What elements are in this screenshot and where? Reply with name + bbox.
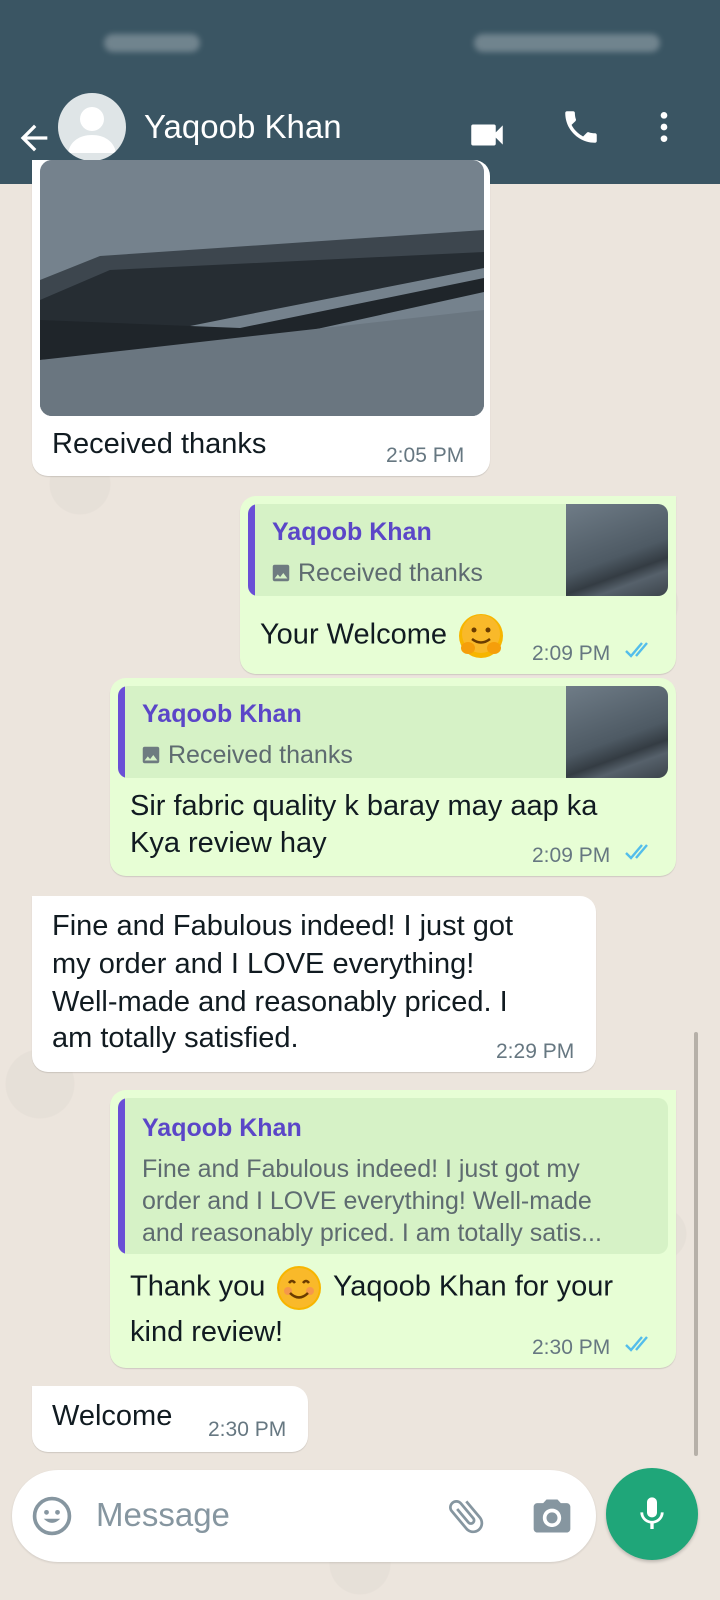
quote-text-line: order and I LOVE everything! Well-made — [142, 1187, 592, 1215]
outgoing-reply-message[interactable]: Yaqoob Khan Received thanks Your Welcome… — [240, 496, 676, 674]
message-text: Your Welcome — [260, 614, 504, 658]
incoming-photo-message[interactable]: Received thanks 2:05 PM — [32, 160, 490, 476]
quote-accent-bar — [248, 504, 255, 596]
contact-name[interactable]: Yaqoob Khan — [144, 108, 342, 146]
message-text-line: kind review! — [130, 1316, 284, 1348]
more-vert-icon[interactable] — [644, 106, 684, 148]
chat-scrollbar[interactable] — [694, 1032, 698, 1456]
message-text: Welcome — [52, 1400, 173, 1432]
quoted-message[interactable]: Yaqoob Khan Fine and Fabulous indeed! I … — [118, 1098, 668, 1254]
message-text-line: Fine and Fabulous indeed! I just got — [52, 910, 514, 942]
double-check-icon — [625, 1336, 648, 1352]
video-call-icon[interactable] — [466, 114, 508, 156]
double-check-icon — [625, 844, 648, 860]
status-icons-blurred — [474, 34, 660, 52]
phone-icon[interactable] — [560, 106, 602, 148]
quote-accent-bar — [118, 1098, 125, 1254]
quoted-message[interactable]: Yaqoob Khan Received thanks — [118, 686, 668, 778]
fabric-photo-art — [40, 160, 484, 416]
status-bar — [0, 0, 720, 90]
attach-icon[interactable] — [444, 1494, 488, 1538]
message-time: 2:09 PM — [532, 844, 611, 867]
message-time: 2:09 PM — [532, 642, 611, 665]
quoted-message[interactable]: Yaqoob Khan Received thanks — [248, 504, 668, 596]
message-text-line: Thank you Yaqoob Khan for your — [130, 1266, 613, 1310]
voice-record-button[interactable] — [606, 1468, 698, 1560]
message-text-line: Sir fabric quality k baray may aap ka — [130, 790, 598, 822]
image-icon — [142, 746, 160, 764]
contact-avatar[interactable] — [58, 93, 126, 161]
quote-thumbnail — [566, 504, 668, 596]
message-time: 2:05 PM — [386, 444, 465, 467]
smiling-emoji-icon — [277, 1266, 322, 1310]
quote-text: Received thanks — [168, 741, 353, 769]
fabric-photo[interactable] — [40, 160, 484, 416]
mic-icon — [640, 1497, 664, 1529]
back-arrow-icon[interactable] — [14, 118, 54, 158]
camera-icon[interactable] — [530, 1494, 574, 1538]
quote-text-line: and reasonably priced. I am totally sati… — [142, 1219, 602, 1247]
outgoing-reply-message[interactable]: Yaqoob Khan Received thanks Sir fabric q… — [110, 678, 676, 876]
message-input[interactable]: Message — [96, 1496, 230, 1534]
quote-thumbnail — [566, 686, 668, 778]
message-text: Received thanks — [52, 428, 267, 460]
message-time: 2:30 PM — [208, 1418, 287, 1441]
avatar-icon — [68, 107, 116, 153]
quote-text: Received thanks — [298, 559, 483, 587]
incoming-text-message[interactable]: Welcome 2:30 PM — [32, 1386, 308, 1452]
incoming-text-message[interactable]: Fine and Fabulous indeed! I just got my … — [32, 896, 596, 1072]
outgoing-reply-message[interactable]: Yaqoob Khan Fine and Fabulous indeed! I … — [110, 1090, 676, 1368]
message-text-line: am totally satisfied. — [52, 1022, 299, 1054]
quote-author: Yaqoob Khan — [272, 518, 432, 546]
message-composer[interactable]: Message — [12, 1470, 596, 1562]
message-time: 2:30 PM — [532, 1336, 611, 1359]
message-text-line: Well-made and reasonably priced. I — [52, 986, 508, 1018]
hugging-emoji-icon — [459, 614, 504, 658]
quote-accent-bar — [118, 686, 125, 778]
image-icon — [272, 564, 290, 582]
quote-author: Yaqoob Khan — [142, 1114, 302, 1142]
status-clock-blurred — [104, 34, 200, 52]
message-text-line: my order and I LOVE everything! — [52, 948, 475, 980]
emoji-icon[interactable] — [30, 1494, 74, 1538]
quote-author: Yaqoob Khan — [142, 700, 302, 728]
message-time: 2:29 PM — [496, 1040, 575, 1063]
double-check-icon — [625, 642, 648, 658]
message-text-line: Kya review hay — [130, 827, 327, 859]
quote-text-line: Fine and Fabulous indeed! I just got my — [142, 1155, 580, 1183]
